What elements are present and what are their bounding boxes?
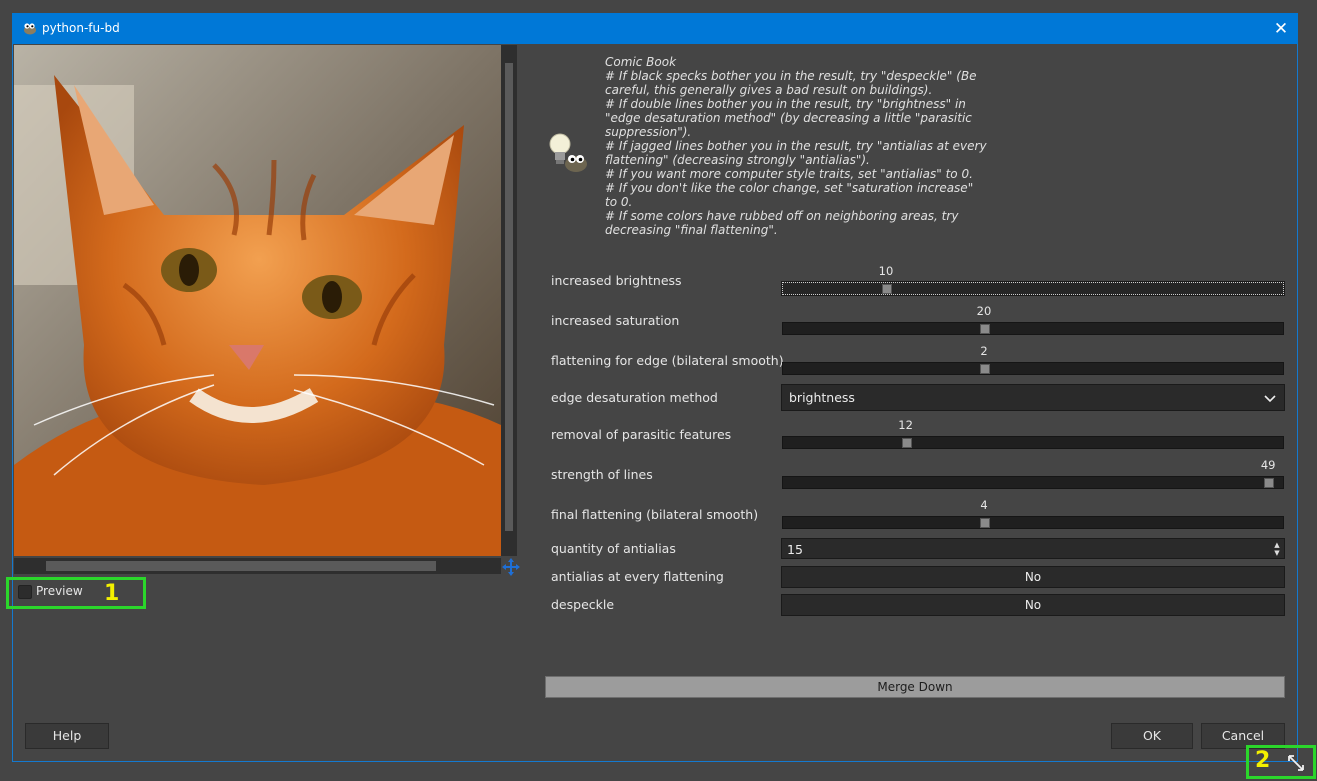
slider-increased-brightness[interactable] (781, 281, 1285, 296)
preview-vertical-scrollbar[interactable] (501, 45, 517, 556)
slider-thumb[interactable] (1264, 478, 1275, 488)
slider-thumb[interactable] (901, 438, 912, 448)
value-flattening-for-edge: 2 (980, 344, 988, 358)
spin-arrows-icon[interactable]: ▲ ▼ (1273, 541, 1281, 557)
window-title: python-fu-bd (42, 21, 120, 35)
slider-removal-of-parasitic-features[interactable] (782, 436, 1284, 449)
value-increased-saturation: 20 (976, 304, 992, 318)
slider-strength-of-lines[interactable] (782, 476, 1284, 489)
label-increased-brightness: increased brightness (551, 273, 682, 288)
label-flattening-for-edge: flattening for edge (bilateral smooth) (551, 353, 784, 368)
annotation-marker-2: 2 (1255, 748, 1271, 773)
desc-line: # If jagged lines bother you in the resu… (605, 139, 987, 153)
merge-down-button[interactable]: Merge Down (545, 676, 1285, 698)
antialias-every-flattening-toggle[interactable]: No (781, 566, 1285, 588)
preview-horizontal-scrollbar[interactable] (14, 558, 501, 574)
desc-line: flattening" (decreasing strongly "antial… (605, 153, 870, 167)
label-quantity-of-antialias: quantity of antialias (551, 541, 676, 556)
value-removal-of-parasitic-features: 12 (898, 418, 913, 432)
antialias-spinbox[interactable]: 15 ▲ ▼ (781, 538, 1285, 559)
help-button[interactable]: Help (25, 723, 109, 749)
preview-image[interactable] (14, 45, 501, 556)
desc-line: decreasing "final flattening". (605, 223, 778, 237)
desc-line: careful, this generally gives a bad resu… (605, 83, 933, 97)
annotation-marker-1: 1 (104, 581, 120, 606)
chevron-down-icon (1264, 395, 1276, 403)
slider-thumb[interactable] (980, 364, 990, 374)
preview-checkbox-highlight[interactable]: Preview 1 (6, 577, 146, 609)
lightbulb-wilber-icon (549, 133, 587, 172)
preview-label: Preview (36, 584, 83, 598)
desc-line: # If you want more computer style traits… (605, 167, 973, 181)
slider-thumb[interactable] (882, 284, 892, 294)
value-increased-brightness: 10 (878, 264, 894, 278)
plugin-description: Comic Book # If black specks bother you … (605, 55, 1000, 237)
slider-flattening-for-edge[interactable] (782, 362, 1284, 375)
desc-line: "edge desaturation method" (by decreasin… (605, 111, 972, 125)
navigate-move-icon[interactable] (500, 557, 522, 577)
edge-desaturation-method-dropdown[interactable]: brightness (781, 384, 1285, 411)
resize-grip-highlight[interactable]: 2 (1246, 745, 1316, 779)
scrollbar-thumb[interactable] (46, 561, 436, 571)
preview-checkbox[interactable] (18, 585, 32, 599)
title-bar: python-fu-bd ✕ (12, 13, 1298, 44)
despeckle-toggle[interactable]: No (781, 594, 1285, 616)
scrollbar-thumb[interactable] (505, 63, 513, 531)
desc-line: # If you don't like the color change, se… (605, 181, 974, 195)
desc-line: to 0. (605, 195, 633, 209)
label-strength-of-lines: strength of lines (551, 467, 653, 482)
label-removal-of-parasitic-features: removal of parasitic features (551, 427, 732, 442)
slider-thumb[interactable] (980, 324, 990, 334)
label-final-flattening: final flattening (bilateral smooth) (551, 507, 759, 522)
value-strength-of-lines: 49 (1260, 458, 1276, 472)
gimp-app-icon (24, 23, 36, 35)
desc-line: Comic Book (605, 55, 677, 69)
slider-thumb[interactable] (980, 518, 990, 528)
label-increased-saturation: increased saturation (551, 313, 680, 328)
ok-button[interactable]: OK (1111, 723, 1193, 749)
desc-line: suppression"). (605, 125, 692, 139)
desc-line: # If double lines bother you in the resu… (605, 97, 966, 111)
cat-photo (14, 45, 501, 556)
slider-increased-saturation[interactable] (782, 322, 1284, 335)
desc-line: # If some colors have rubbed off on neig… (605, 209, 959, 223)
close-icon[interactable]: ✕ (1270, 18, 1292, 40)
slider-final-flattening[interactable] (782, 516, 1284, 529)
value-final-flattening: 4 (980, 498, 988, 512)
desc-line: # If black specks bother you in the resu… (605, 69, 977, 83)
label-edge-desaturation-method: edge desaturation method (551, 390, 718, 405)
resize-diagonal-icon[interactable] (1287, 754, 1305, 772)
label-despeckle: despeckle (551, 597, 615, 612)
dropdown-value: brightness (789, 390, 855, 405)
label-antialias-at-every-flattening: antialias at every flattening (551, 569, 724, 584)
spinbox-value: 15 (787, 542, 803, 557)
